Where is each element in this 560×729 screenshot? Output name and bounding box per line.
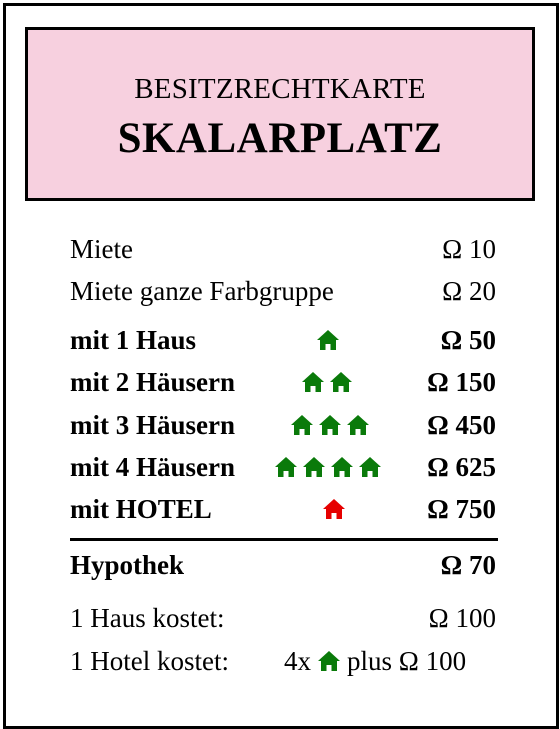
house-icons [274,449,382,485]
hotel-icons [322,491,346,527]
rent-label: Miete ganze Farbgruppe [70,276,334,306]
section-divider [70,538,498,541]
rent-label: mit 1 Haus [70,325,197,355]
house-icon [347,415,369,435]
rent-row-4-houses: mit 4 Häusern Ω 625 [70,449,496,485]
property-title: SKALARPLATZ [117,115,443,162]
header-subtitle: BESITZRECHTKARTE [134,73,426,105]
rent-value: Ω 750 [427,494,496,524]
rent-value: Ω 20 [442,276,496,306]
house-icon [275,457,297,477]
rent-row-1-house: mit 1 Haus Ω 50 [70,322,496,358]
rent-label: mit 2 Häusern [70,367,235,397]
rent-row-3-houses: mit 3 Häusern Ω 450 [70,407,496,443]
house-icon [317,330,339,350]
house-icon [359,457,381,477]
rent-value: Ω 50 [440,325,496,355]
hotel-cost-row: 1 Hotel kostet: 4x plus Ω 100 [70,643,496,679]
hotel-cost-prefix: 4x [284,646,311,676]
property-card: BESITZRECHTKARTE SKALARPLATZ Miete Ω 10 … [3,3,559,729]
card-header: BESITZRECHTKARTE SKALARPLATZ [25,27,535,201]
rent-row-color-group: Miete ganze Farbgruppe Ω 20 [70,273,496,309]
house-cost-label: 1 Haus kostet: [70,603,225,633]
house-icon [302,372,324,392]
rent-value: Ω 150 [427,367,496,397]
house-icon [319,415,341,435]
rent-row-base: Miete Ω 10 [70,231,496,267]
house-icon [318,651,340,671]
house-icons [301,364,353,400]
rent-label: Miete [70,234,133,264]
rent-label: mit 3 Häusern [70,410,235,440]
hotel-cost-label: 1 Hotel kostet: [70,646,229,676]
mortgage-label: Hypothek [70,550,185,580]
house-icons [290,407,370,443]
hotel-cost-suffix: plus Ω 100 [347,646,467,676]
rent-value: Ω 625 [427,452,496,482]
mortgage-row: Hypothek Ω 70 [70,547,496,583]
house-icon [291,415,313,435]
rent-label: mit HOTEL [70,494,212,524]
house-icon [330,372,352,392]
hotel-cost-detail: 4x plus Ω 100 [284,643,466,679]
house-cost-value: Ω 100 [428,603,496,633]
house-cost-row: 1 Haus kostet: Ω 100 [70,600,496,636]
rent-row-2-houses: mit 2 Häusern Ω 150 [70,364,496,400]
rent-label: mit 4 Häusern [70,452,235,482]
house-icon [331,457,353,477]
mortgage-value: Ω 70 [440,550,496,580]
rent-value: Ω 10 [442,234,496,264]
house-icons [316,322,340,358]
hotel-icon [323,499,345,519]
rent-value: Ω 450 [427,410,496,440]
rent-row-hotel: mit HOTEL Ω 750 [70,491,496,527]
house-icon [303,457,325,477]
